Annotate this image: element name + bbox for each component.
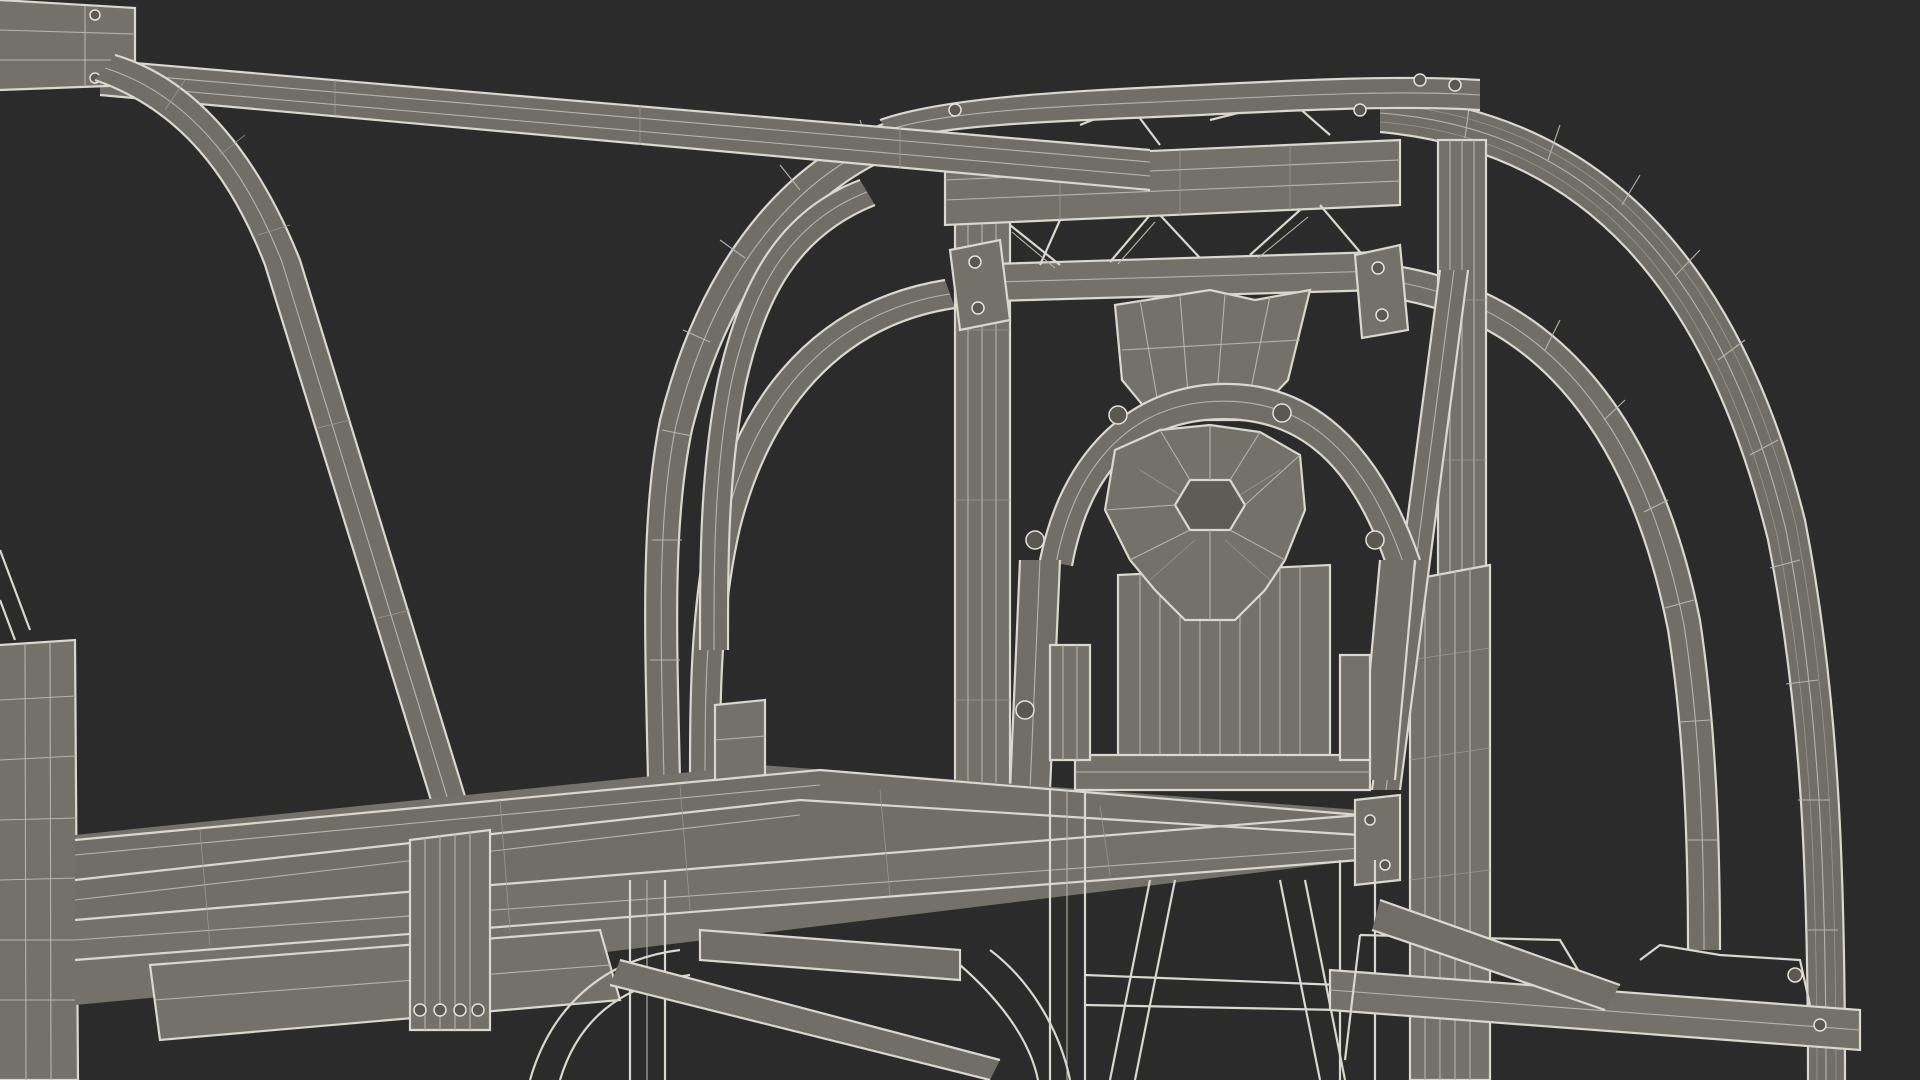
bolt-icon: [1108, 405, 1128, 425]
bolt-icon: [1813, 1018, 1827, 1032]
rear-post-left: [1048, 643, 1092, 762]
upper-right-bracket: [1353, 243, 1410, 340]
bolt-icon: [433, 1003, 447, 1017]
wireframe-render: [0, 0, 1920, 1080]
bolt-icon: [1364, 814, 1376, 826]
bolt-icon: [1365, 530, 1385, 550]
bolt-icon: [1448, 78, 1462, 92]
bolt-icon: [453, 1003, 467, 1017]
bolt-icon: [89, 9, 101, 21]
bolt-icon: [971, 301, 985, 315]
bolt-icon: [1375, 308, 1389, 322]
bolt-icon: [968, 255, 982, 269]
bolt-icon: [1272, 403, 1292, 423]
bolt-icon: [1379, 859, 1391, 871]
bolt-icon: [1413, 73, 1427, 87]
rear-post-right: [1338, 653, 1372, 762]
bolt-icon: [1025, 530, 1045, 550]
bolt-icon: [1015, 700, 1035, 720]
platform-bracket: [408, 828, 492, 1032]
bolt-icon: [1787, 967, 1803, 983]
bolt-icon: [413, 1003, 427, 1017]
middle-crossbar: [1073, 753, 1372, 792]
bolt-icon: [1353, 103, 1367, 117]
bolt-icon: [471, 1003, 485, 1017]
platform-bracket-right: [1353, 793, 1402, 887]
upper-left-bracket: [948, 238, 1012, 332]
arch-foot-block: [713, 698, 767, 782]
bolt-icon: [948, 103, 962, 117]
bolt-icon: [1371, 261, 1385, 275]
